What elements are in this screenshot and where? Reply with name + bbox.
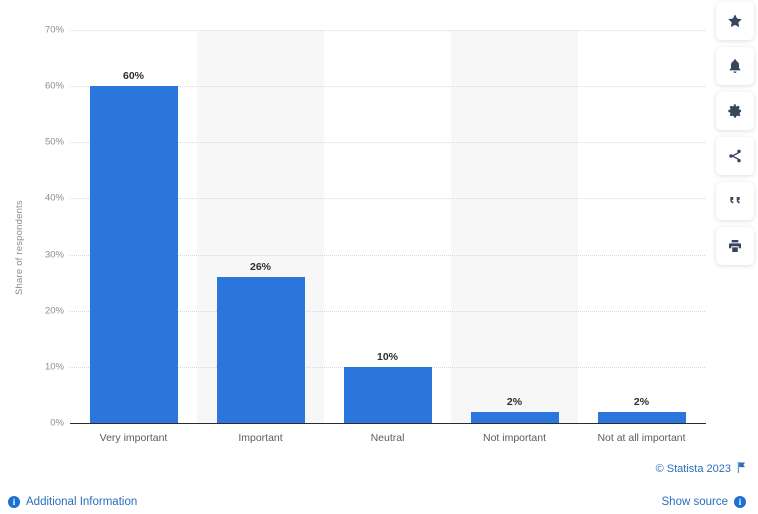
print-icon [727, 238, 743, 254]
info-icon: i [8, 496, 20, 508]
x-axis-category-label: Not at all important [597, 432, 686, 444]
info-icon: i [734, 496, 746, 508]
y-axis-tick-label: 30% [44, 249, 64, 261]
icon-rail [712, 0, 758, 265]
print-button[interactable] [716, 227, 754, 265]
y-axis-tick-label: 50% [44, 136, 64, 148]
star-icon [727, 13, 743, 29]
citation-button[interactable] [716, 182, 754, 220]
copyright: © Statista 2023 [656, 462, 746, 476]
y-axis-tick-labels: 0% 10% 20% 30% 40% 50% 60% 70% [14, 25, 64, 429]
y-axis-tick-label: 20% [44, 305, 64, 317]
category-band [451, 30, 578, 423]
y-axis-tick-label: 40% [44, 192, 64, 204]
bar-value-label: 60% [122, 70, 144, 83]
show-source-link[interactable]: Show source i [662, 496, 746, 508]
gridline [70, 30, 705, 31]
bar[interactable] [216, 277, 305, 423]
bar-value-label: 2% [633, 395, 650, 408]
copyright-text: © Statista 2023 [655, 463, 731, 475]
bar-value-label: 2% [506, 395, 523, 408]
flag-icon[interactable] [736, 462, 746, 476]
bar-value-label: 10% [376, 350, 398, 363]
additional-information-label: Additional Information [26, 496, 138, 508]
bar[interactable] [343, 366, 432, 423]
x-axis-category-label: Neutral [370, 432, 405, 444]
y-axis-tick-label: 10% [44, 361, 64, 373]
x-axis-category-label: Not important [482, 432, 547, 444]
bell-icon [727, 58, 743, 74]
y-axis-tick-label: 70% [44, 24, 64, 36]
quote-icon [727, 193, 743, 209]
show-source-label: Show source [661, 496, 728, 508]
gear-icon [727, 103, 743, 119]
bar[interactable] [470, 411, 559, 423]
bar-value-label: 26% [249, 261, 271, 274]
chart-region: Share of respondents 0% 10% 20% 30% 40% 50% 60… [0, 0, 712, 466]
share-button[interactable] [716, 137, 754, 175]
notifications-button[interactable] [716, 47, 754, 85]
bar[interactable] [89, 86, 178, 423]
statista-chart-page: Share of respondents 0% 10% 20% 30% 40% 50% 60… [0, 0, 758, 514]
share-icon [727, 148, 743, 164]
footer: © Statista 2023 i Additional Information… [0, 458, 758, 514]
plot-area [70, 30, 705, 423]
settings-button[interactable] [716, 92, 754, 130]
x-axis-category-label: Important [238, 432, 283, 444]
bar[interactable] [597, 411, 686, 423]
x-axis-line [70, 423, 706, 424]
y-axis-tick-label: 0% [50, 417, 64, 429]
y-axis-tick-label: 60% [44, 80, 64, 92]
favorite-button[interactable] [716, 2, 754, 40]
x-axis-category-label: Very important [99, 432, 168, 444]
additional-information-link[interactable]: i Additional Information [8, 496, 137, 508]
